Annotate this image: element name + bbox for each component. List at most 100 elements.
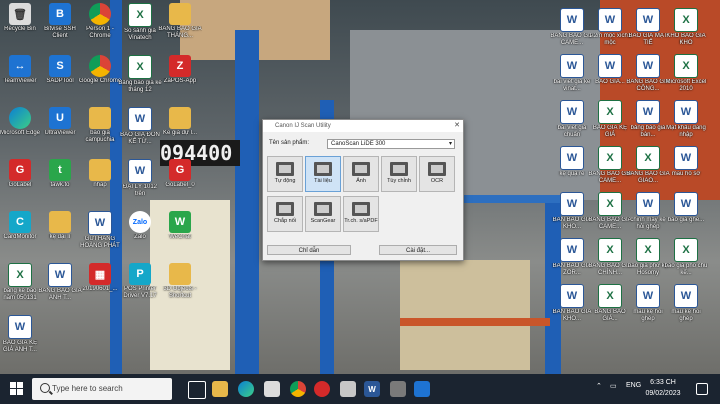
desktop-icon[interactable]: X Microsoft Excel 2010	[664, 54, 708, 93]
desktop-icon[interactable]: Xbảng kê báo năm 050131	[0, 263, 42, 302]
desktop-icon-label: mẫu kệ hỏi ghép	[671, 309, 701, 322]
desktop-icon[interactable]: B Bitvise SSH Client	[38, 3, 82, 40]
search-box[interactable]: Type here to search	[32, 378, 172, 400]
desktop-icon[interactable]: ↔ TeamViewer	[0, 55, 42, 85]
product-select[interactable]: CanoScan LiDE 300 ▾	[327, 139, 455, 149]
scan-mode-icon	[352, 162, 370, 176]
desktop-icon[interactable]: Wmẫu kệ hỏi ghép	[664, 284, 708, 323]
pdf-button[interactable]: Tr.ch. s/aPDF	[343, 196, 379, 232]
desktop-icon[interactable]: P POS Printer Driver V7.17	[118, 263, 162, 300]
product-label: Tên sản phẩm:	[269, 140, 310, 146]
desktop-icon[interactable]: W WeChat	[158, 211, 202, 241]
opera-icon[interactable]	[314, 381, 330, 397]
app-icon[interactable]	[414, 381, 430, 397]
desktop-icon[interactable]: Wbáo giá ghế...	[664, 192, 708, 224]
word-file-icon: W	[560, 284, 584, 308]
desktop-icon[interactable]: W Mặt khẩu đăng nhập	[664, 100, 708, 139]
desktop-icon[interactable]: X KHO BÁO GIÁ KHO	[664, 8, 708, 47]
desktop-icon[interactable]: Kế giá dự l...	[158, 107, 202, 137]
desktop-icon[interactable]: BẢNG BÁO GIÁ THÁNG...	[158, 3, 202, 40]
network-icon[interactable]: ▭	[610, 382, 617, 390]
chrome-icon[interactable]	[290, 381, 306, 397]
folder-icon	[89, 107, 111, 129]
desktop-icon[interactable]: Person 1 - Chrome	[78, 3, 122, 40]
file-explorer-icon[interactable]	[212, 381, 228, 397]
scan-mode-label: Tr.ch. s/aPDF	[344, 218, 378, 224]
scangear-button[interactable]: ScanGear	[305, 196, 341, 232]
desktop-icon[interactable]: Xbáo giá phố chu kế...	[664, 238, 708, 277]
word-file-icon: W	[636, 54, 660, 78]
desktop-icon[interactable]: X So sánh giá Vinatech	[118, 3, 162, 42]
desktop-icon[interactable]: 3D Objects - Shortcut	[158, 263, 202, 300]
ocr-button[interactable]: OCR	[419, 156, 455, 192]
desktop-icon-label: BẢNG BÁO GIÁ ANH T...	[38, 288, 82, 301]
folder-icon	[169, 107, 191, 129]
edge-icon[interactable]	[238, 381, 254, 397]
desktop-icon[interactable]: G GoLabel	[0, 159, 42, 189]
desktop-icon[interactable]: kệ đại lí	[38, 211, 82, 241]
dialog-titlebar[interactable]: Canon IJ Scan Utility ✕	[263, 120, 463, 132]
task-view-icon[interactable]	[188, 381, 206, 399]
word-file-icon: W	[8, 315, 32, 339]
desktop-icon[interactable]: ▦ 20190601_...	[78, 263, 122, 293]
desktop-icon-label: nhap	[93, 182, 107, 188]
excel-file-icon: X	[598, 100, 622, 124]
zapos-icon: Z	[169, 55, 191, 77]
store-icon[interactable]	[264, 381, 280, 397]
settings-button[interactable]: Cài đặt...	[379, 245, 457, 255]
desktop-icon-label: CardMonitor	[3, 234, 37, 240]
bitvise-icon: B	[49, 3, 71, 25]
desktop-icon[interactable]: S SADPTool	[38, 55, 82, 85]
desktop-icon[interactable]: Zalo Zalo	[118, 211, 162, 241]
language-indicator[interactable]: ENG	[626, 382, 641, 389]
edge-icon	[9, 107, 31, 129]
desktop-icon[interactable]: Microsoft Edge	[0, 107, 42, 137]
tray-chevron-icon[interactable]: ⌃	[596, 382, 602, 390]
desktop-icon[interactable]: W GỬI HÀNG HOÀNG PHÁT	[78, 211, 122, 250]
app-icon[interactable]	[340, 381, 356, 397]
desktop-icon-label: kệ đại lí	[49, 234, 71, 240]
scan-mode-icon	[314, 162, 332, 176]
desktop-icon[interactable]: X Bảng báo giá kế tháng 12	[118, 55, 162, 94]
desktop-icon[interactable]: U UltraViewer	[38, 107, 82, 137]
desktop-icon[interactable]: Z ZaPOS-App	[158, 55, 202, 85]
desktop-icon[interactable]: nhap	[78, 159, 122, 189]
instructions-button[interactable]: Chỉ dẫn	[267, 245, 351, 255]
desktop-icon-label: WeChat	[169, 234, 191, 240]
photo-button[interactable]: Ảnh	[343, 156, 379, 192]
scan-mode-icon	[428, 162, 446, 176]
chevron-down-icon: ▾	[448, 141, 452, 147]
start-button[interactable]	[10, 382, 24, 396]
word-file-icon: W	[560, 238, 584, 262]
excel-file-icon: X	[598, 146, 622, 170]
desktop-icon[interactable]: 🗑 Recycle Bin	[0, 3, 42, 33]
scan-mode-icon	[276, 202, 294, 216]
desktop-icon[interactable]: báo giá campuchia	[78, 107, 122, 144]
desktop-icon[interactable]: W ĐẠI LÝ 1012 trên	[118, 159, 162, 198]
clock[interactable]: 6:33 CH 09/02/2023	[640, 377, 686, 399]
notification-icon[interactable]	[696, 383, 708, 395]
scan-utility-dialog: Canon IJ Scan Utility ✕ Tên sản phẩm: Ca…	[262, 119, 464, 261]
folder-icon	[169, 263, 191, 285]
desktop-icon[interactable]: W BÁO GIÁ KỆ GIÁ ANH T...	[0, 315, 42, 354]
desktop-icon[interactable]: t tawk.to	[38, 159, 82, 189]
custom-button[interactable]: Tùy chỉnh	[381, 156, 417, 192]
desktop-icon-label: SADPTool	[46, 78, 74, 84]
desktop-icon[interactable]: C CardMonitor	[0, 211, 42, 241]
desktop-icon[interactable]: W BÁO GIÁ ĐỒN KẾ TỪ...	[118, 107, 162, 146]
auto-scan-button[interactable]: Tự động	[267, 156, 303, 192]
search-placeholder: Type here to search	[52, 384, 123, 393]
desktop-icon[interactable]: Google Chrome	[78, 55, 122, 85]
desktop-icon-label: KHO BÁO GIÁ KHO	[666, 33, 706, 46]
desktop-icon[interactable]: Wmẫu hồ sơ	[664, 146, 708, 178]
scanner-app-icon[interactable]	[390, 381, 406, 397]
desktop-icon[interactable]: W BẢNG BÁO GIÁ ANH T...	[38, 263, 82, 302]
stitch-button[interactable]: Chắp nối	[267, 196, 303, 232]
word-icon[interactable]: W	[364, 381, 380, 397]
document-button[interactable]: Tài liệu	[305, 156, 341, 192]
search-icon	[40, 383, 50, 393]
desktop-icon[interactable]: G GoLabel_0	[158, 159, 202, 189]
close-icon[interactable]: ✕	[454, 120, 460, 132]
chrome-icon	[89, 3, 111, 25]
desktop-icon-label: mẫu hồ sơ	[671, 171, 701, 177]
